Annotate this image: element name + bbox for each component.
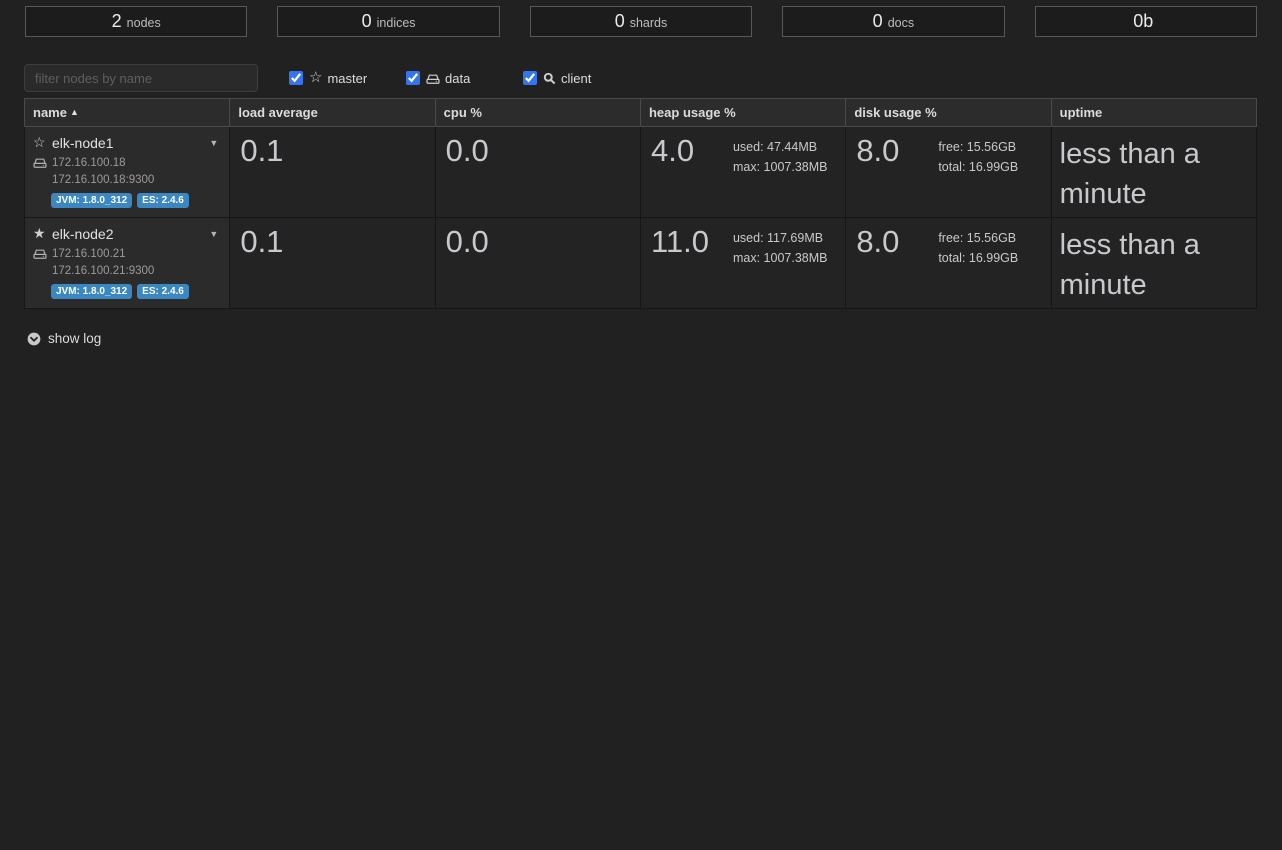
filter-nodes-input[interactable]: [24, 64, 258, 92]
node-name: elk-node1: [52, 135, 114, 151]
hard-drive-icon: [33, 156, 52, 169]
column-header-uptime[interactable]: uptime: [1051, 99, 1256, 127]
cpu-value: 0.0: [436, 127, 489, 169]
stat-box-nodes: 2 nodes: [25, 6, 247, 37]
cpu-cell: 0.0: [435, 127, 640, 218]
heap-max-value: max: 1007.38MB: [733, 248, 828, 268]
star-outline-icon: ☆: [33, 134, 52, 151]
disk-free-value: free: 15.56GB: [938, 137, 1018, 157]
master-checkbox[interactable]: [289, 71, 303, 85]
stat-box-shards: 0 shards: [530, 6, 752, 37]
column-header-disk-usage[interactable]: disk usage %: [846, 99, 1051, 127]
docs-label: docs: [888, 13, 914, 30]
master-label: master: [327, 71, 367, 86]
chevron-down-icon[interactable]: ▼: [209, 138, 221, 148]
filter-data-toggle[interactable]: data: [406, 71, 523, 86]
disk-free-value: free: 15.56GB: [938, 228, 1018, 248]
cpu-cell: 0.0: [435, 218, 640, 309]
heap-used-value: used: 47.44MB: [733, 137, 828, 157]
table-row-elk-node1: ☆ elk-node1 ▼ 172.16.100.18 172.16.100.1…: [25, 127, 1257, 218]
nodes-label: nodes: [127, 13, 161, 30]
column-header-heap-usage[interactable]: heap usage %: [640, 99, 845, 127]
nodes-table: name▲ load average cpu % heap usage % di…: [24, 98, 1257, 309]
data-checkbox[interactable]: [406, 71, 420, 85]
heap-max-value: max: 1007.38MB: [733, 157, 828, 177]
node-transport-address: 172.16.100.18:9300: [52, 174, 221, 186]
jvm-version-badge: JVM: 1.8.0_312: [51, 193, 132, 208]
column-name-label: name: [33, 105, 67, 120]
show-log-label: show log: [48, 331, 101, 346]
uptime-value: less than a minute: [1051, 218, 1256, 309]
hard-drive-icon: [426, 72, 440, 85]
stat-box-docs: 0 docs: [782, 6, 1004, 37]
stat-box-size: 0b: [1035, 6, 1257, 37]
uptime-value: less than a minute: [1051, 127, 1256, 218]
cpu-value: 0.0: [436, 218, 489, 260]
node-transport-address: 172.16.100.21:9300: [52, 265, 221, 277]
load-average-value: 0.1: [230, 127, 283, 169]
heap-usage-cell: 11.0 used: 117.69MB max: 1007.38MB: [640, 218, 845, 309]
nodes-count: 2: [112, 11, 122, 32]
disk-usage-cell: 8.0 free: 15.56GB total: 16.99GB: [846, 218, 1051, 309]
node-name-cell: ☆ elk-node1 ▼ 172.16.100.18 172.16.100.1…: [25, 127, 230, 218]
disk-total-value: total: 16.99GB: [938, 157, 1018, 177]
column-header-cpu[interactable]: cpu %: [435, 99, 640, 127]
node-ip: 172.16.100.21: [52, 248, 126, 260]
star-icon: ☆: [309, 71, 322, 85]
sort-ascending-icon: ▲: [70, 107, 79, 117]
shards-count: 0: [615, 11, 625, 32]
data-label: data: [445, 71, 470, 86]
column-header-load-average[interactable]: load average: [230, 99, 435, 127]
disk-percent-value: 8.0: [846, 127, 938, 177]
column-header-name[interactable]: name▲: [25, 99, 230, 127]
nodes-table-header: name▲ load average cpu % heap usage % di…: [25, 99, 1257, 127]
size-value: 0b: [1133, 11, 1153, 32]
indices-label: indices: [377, 13, 416, 30]
shards-label: shards: [630, 13, 668, 30]
load-average-cell: 0.1: [230, 218, 435, 309]
node-name-cell: ★ elk-node2 ▼ 172.16.100.21 172.16.100.2…: [25, 218, 230, 309]
node-ip: 172.16.100.18: [52, 157, 126, 169]
disk-total-value: total: 16.99GB: [938, 248, 1018, 268]
heap-percent-value: 11.0: [641, 218, 733, 268]
filter-row: ☆ master data client: [24, 64, 1257, 92]
es-version-badge: ES: 2.4.6: [137, 193, 189, 208]
stat-box-indices: 0 indices: [277, 6, 499, 37]
heap-used-value: used: 117.69MB: [733, 228, 828, 248]
node-name: elk-node2: [52, 226, 114, 242]
cluster-stats-row: 2 nodes 0 indices 0 shards 0 docs 0b: [25, 6, 1257, 37]
chevron-down-icon[interactable]: ▼: [209, 229, 221, 239]
show-log-button[interactable]: show log: [27, 331, 101, 346]
client-label: client: [561, 71, 591, 86]
load-average-cell: 0.1: [230, 127, 435, 218]
filter-client-toggle[interactable]: client: [523, 71, 640, 86]
nodes-table-body: ☆ elk-node1 ▼ 172.16.100.18 172.16.100.1…: [25, 127, 1257, 309]
disk-usage-cell: 8.0 free: 15.56GB total: 16.99GB: [846, 127, 1051, 218]
circle-chevron-down-icon: [27, 332, 41, 346]
indices-count: 0: [362, 11, 372, 32]
load-average-value: 0.1: [230, 218, 283, 260]
table-row-elk-node2: ★ elk-node2 ▼ 172.16.100.21 172.16.100.2…: [25, 218, 1257, 309]
filter-master-toggle[interactable]: ☆ master: [289, 71, 406, 86]
heap-usage-cell: 4.0 used: 47.44MB max: 1007.38MB: [640, 127, 845, 218]
hard-drive-icon: [33, 247, 52, 260]
client-checkbox[interactable]: [523, 71, 537, 85]
star-filled-icon: ★: [33, 225, 52, 242]
heap-percent-value: 4.0: [641, 127, 733, 177]
disk-percent-value: 8.0: [846, 218, 938, 268]
jvm-version-badge: JVM: 1.8.0_312: [51, 284, 132, 299]
search-icon: [543, 72, 556, 85]
docs-count: 0: [873, 11, 883, 32]
es-version-badge: ES: 2.4.6: [137, 284, 189, 299]
